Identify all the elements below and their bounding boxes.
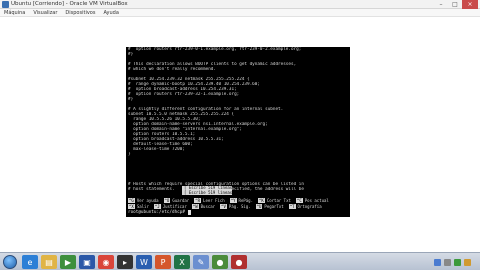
status-line: [ Escribe 519 líneas ] [184,189,237,195]
shortcut-label: Pág. Sig. [228,203,251,209]
close-button[interactable]: × [462,0,478,9]
shortcut-item: ^V Pág. Sig. [220,203,251,209]
shortcut-item: ^T Ortografía [288,203,322,209]
taskbar-apps: e ▤ ▶ ▣ ◉ ▸ W P X ✎ ● ● [22,255,250,269]
tray-icon[interactable] [464,258,471,266]
shortcut-label: Justificar [162,203,187,209]
window-controls: – □ × [434,0,478,9]
shortcut-label: Buscar [200,203,216,209]
maximize-button[interactable]: □ [448,0,462,9]
window-titlebar: Ubuntu [Corriendo] - Oracle VM VirtualBo… [0,0,480,9]
media-player-icon[interactable]: ▶ [60,255,76,269]
shortcut-label: Ver ayuda [136,197,159,203]
terminal-icon[interactable]: ▸ [117,255,133,269]
menu-maquina[interactable]: Máquina [4,9,25,16]
shortcut-key: ^J [153,203,161,209]
nano-editor-text[interactable]: # option routers rtr-239-0-1.example.org… [128,47,350,192]
start-button[interactable] [3,255,17,269]
powerpoint-icon[interactable]: P [155,255,171,269]
menu-dispositivos[interactable]: Dispositivos [65,9,95,16]
shortcut-label: Guardar [172,197,190,203]
shortcut-label: Leer Fich [203,197,225,203]
minimize-button[interactable]: – [434,0,448,9]
shortcut-key: ^W [191,203,199,209]
menubar: Máquina Visualizar Dispositivos Ayuda [0,9,480,17]
menu-visualizar[interactable]: Visualizar [33,9,57,16]
shortcut-key: ^X [128,203,135,209]
shortcut-key: ^G [128,197,135,203]
taskbar: e ▤ ▶ ▣ ◉ ▸ W P X ✎ ● ● [0,252,480,270]
shortcut-key: ^Y [229,197,237,203]
shortcut-key: ^C [295,197,303,203]
shortcut-label: Salir [136,203,149,209]
recorder-icon[interactable]: ● [231,255,247,269]
shortcut-item: ^J Justificar [153,203,187,209]
shortcut-key: ^T [288,203,296,209]
shortcut-label: Cortar Txt [266,197,291,203]
shortcut-key: ^K [258,197,265,203]
shortcut-key: ^R [194,197,202,203]
menu-ayuda[interactable]: Ayuda [103,9,118,16]
chrome-icon[interactable]: ◉ [98,255,114,269]
excel-icon[interactable]: X [174,255,190,269]
camtasia-icon[interactable]: ● [212,255,228,269]
terminal-window[interactable]: # option routers rtr-239-0-1.example.org… [126,47,350,217]
shell-prompt[interactable]: root@ubuntu:/etc/dhcp# [128,210,191,215]
shortcut-key: ^V [220,203,227,209]
paint-icon[interactable]: ✎ [193,255,209,269]
text-cursor [187,210,191,215]
shortcut-key: ^U [255,203,263,209]
nano-status-bar: [ Escribe 519 líneas ] [ Escribe 519 lín… [182,185,237,195]
shortcut-item: ^U PegarTxt [255,203,284,209]
shortcut-row: ^X Salir ^J Justificar ^W Buscar ^V Pág. Sig. ^U… [128,203,350,209]
shortcut-label: Pos actual [304,197,329,203]
shortcut-item: ^X Salir [128,203,149,209]
virtualbox-icon[interactable]: ▣ [79,255,95,269]
window-title: Ubuntu [Corriendo] - Oracle VM VirtualBo… [11,1,128,7]
internet-explorer-icon[interactable]: e [22,255,38,269]
tray-icon[interactable] [444,258,451,266]
terminal-line: # host statements. If no address is spec… [128,187,304,192]
tray-icon[interactable] [434,258,441,266]
word-icon[interactable]: W [136,255,152,269]
tray-icon[interactable] [454,258,461,266]
shortcut-label: PegarTxt [264,203,284,209]
shortcut-label: RePág. [238,197,253,203]
file-explorer-icon[interactable]: ▤ [41,255,57,269]
system-tray [431,255,476,269]
shortcut-key: ^O [163,197,171,203]
prompt-text: root@ubuntu:/etc/dhcp# [128,210,188,215]
shortcut-item: ^W Buscar [191,203,216,209]
shortcut-label: Ortografía [297,203,322,209]
virtualbox-icon [2,1,9,8]
nano-shortcuts: ^G Ver ayuda ^O Guardar ^R Leer Fich ^Y RePág. ^… [128,197,350,209]
